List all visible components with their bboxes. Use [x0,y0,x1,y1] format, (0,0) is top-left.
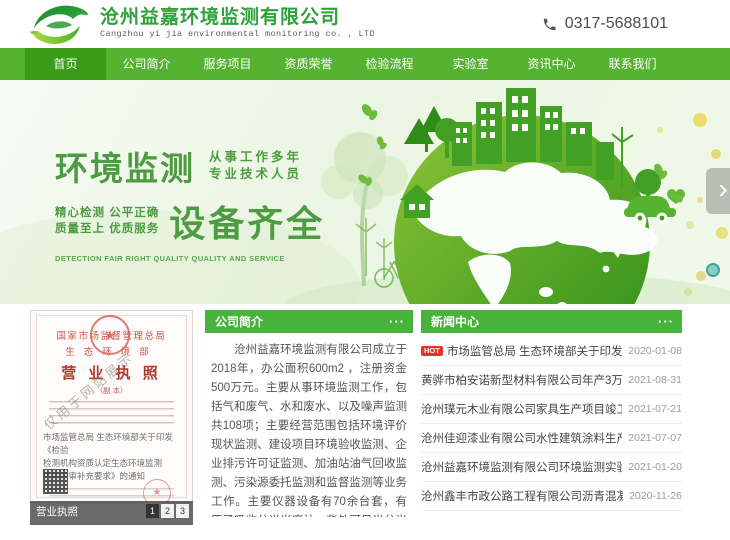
pager-1[interactable]: 1 [146,504,159,518]
banner-headline-2: 设备齐全 [169,195,325,247]
phone-icon [542,17,557,32]
banner-tagline: DETECTION FAIR RIGHT QUALITY QUALITY AND… [55,254,325,263]
pager-2[interactable]: 2 [161,504,174,518]
qr-code-icon [43,469,68,494]
banner-side-lines-2: 精心检测 公平正确 质量至上 优质服务 [55,205,159,237]
profile-header-bar: 公司简介 ··· [205,310,413,333]
business-license-image[interactable]: 国家市场监督管理总局 生态环境部 营 业 执 照 （副 本） 市场监管总局 生态… [30,310,193,503]
news-center-section: 新闻中心 ··· HOT 市场监管总局 生态环境部关于印发《检验... 2020… [421,310,682,517]
license-subtitle: （副 本） [41,385,182,396]
nav-item-news-center[interactable]: 资讯中心 [511,48,592,80]
news-item[interactable]: 沧州鑫丰市政公路工程有限公司沥青混凝土生产... 2020-11-26 [421,482,682,511]
news-date: 2021-01-20 [628,461,682,473]
brand-block: 沧州益嘉环境监测有限公司 Cangzhou yi jia environment… [100,8,375,39]
banner-side-lines-1: 从事工作多年 专业技术人员 [209,149,302,183]
news-item[interactable]: 沧州璞元木业有限公司家具生产项目竣工环境保... 2021-07-21 [421,395,682,424]
company-name-en: Cangzhou yi jia environmental monitoring… [100,30,375,39]
news-item[interactable]: HOT 市场监管总局 生态环境部关于印发《检验... 2020-01-08 [421,337,682,366]
company-logo-icon[interactable] [26,2,94,46]
nav-item-laboratory[interactable]: 实验室 [430,48,511,80]
news-date: 2020-01-08 [628,345,682,357]
pager-3[interactable]: 3 [176,504,189,518]
news-item[interactable]: 沧州益嘉环境监测有限公司环境监测实验室建设... 2021-01-20 [421,453,682,482]
nav-item-services[interactable]: 服务项目 [187,48,268,80]
phone-number: 0317-5688101 [565,15,668,33]
banner-headline-1: 环境监测 [55,142,195,190]
news-date: 2021-08-31 [628,374,682,386]
nav-item-home[interactable]: 首页 [25,48,106,80]
nav-item-contact[interactable]: 联系我们 [592,48,673,80]
news-title: 新闻中心 [431,313,479,330]
banner-next-arrow-icon[interactable]: › [706,168,730,214]
slider-pagination: 1 2 3 [146,504,189,518]
company-profile-section: 公司简介 ··· 沧州益嘉环境监测有限公司成立于2018年，办公面积600m2 … [205,310,413,517]
main-nav: 首页 公司简介 服务项目 资质荣誉 检验流程 实验室 资讯中心 联系我们 [0,48,730,80]
news-list: HOT 市场监管总局 生态环境部关于印发《检验... 2020-01-08 黄骅… [421,337,682,511]
news-date: 2021-07-21 [628,403,682,415]
company-name: 沧州益嘉环境监测有限公司 [100,8,375,29]
nav-item-qualifications[interactable]: 资质荣誉 [268,48,349,80]
news-more-link[interactable]: ··· [658,317,674,327]
nav-item-inspection-process[interactable]: 检验流程 [349,48,430,80]
main-content: 国家市场监督管理总局 生态环境部 营 业 执 照 （副 本） 市场监管总局 生态… [0,310,730,517]
news-date: 2020-11-26 [629,490,682,502]
banner-text-block: 环境监测 从事工作多年 专业技术人员 精心检测 公平正确 质量至上 优质服务 设… [55,142,325,263]
header-phone: 0317-5688101 [542,15,668,33]
red-seal-icon-small: ★ [143,479,171,503]
nav-item-company-profile[interactable]: 公司简介 [106,48,187,80]
site-header: 沧州益嘉环境监测有限公司 Cangzhou yi jia environment… [0,0,730,48]
news-header-bar: 新闻中心 ··· [421,310,682,333]
news-date: 2021-07-07 [628,432,682,444]
hero-banner: 环境监测 从事工作多年 专业技术人员 精心检测 公平正确 质量至上 优质服务 设… [0,80,730,304]
news-item[interactable]: 黄骅市柏安诺新型材料有限公司年产3万吨砂浆... 2021-08-31 [421,366,682,395]
hot-badge: HOT [421,346,443,357]
profile-title: 公司简介 [215,313,263,330]
slider-caption-bar: 营业执照 1 2 3 [30,501,193,525]
profile-more-link[interactable]: ··· [389,317,405,327]
license-slider: 国家市场监督管理总局 生态环境部 营 业 执 照 （副 本） 市场监管总局 生态… [30,310,193,540]
news-item[interactable]: 沧州佳迎漆业有限公司水性建筑涂料生产线技术... 2021-07-07 [421,424,682,453]
profile-text: 沧州益嘉环境监测有限公司成立于2018年，办公面积600m2 ，注册资金500万… [205,333,413,517]
